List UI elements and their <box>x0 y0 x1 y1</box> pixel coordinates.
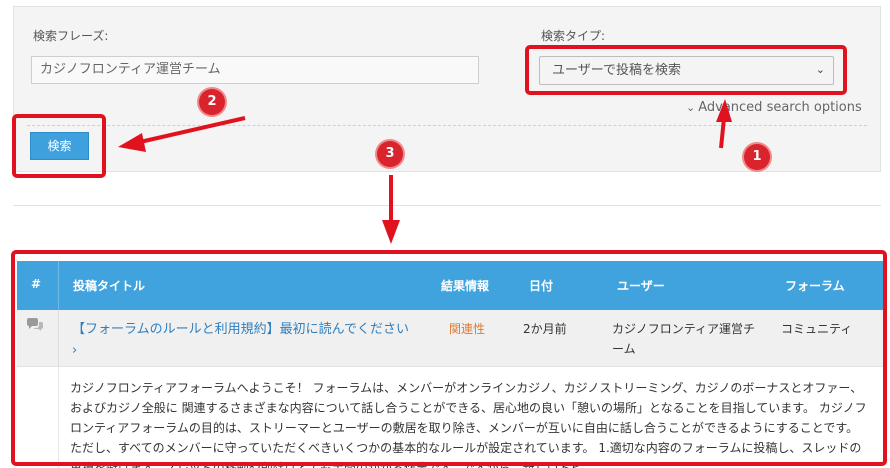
annotation-badge-3: 3 <box>377 141 403 167</box>
annotation-badge-2: 2 <box>199 89 225 115</box>
annotation-arrows <box>118 99 732 244</box>
annotation-badge-1: 1 <box>744 144 770 170</box>
